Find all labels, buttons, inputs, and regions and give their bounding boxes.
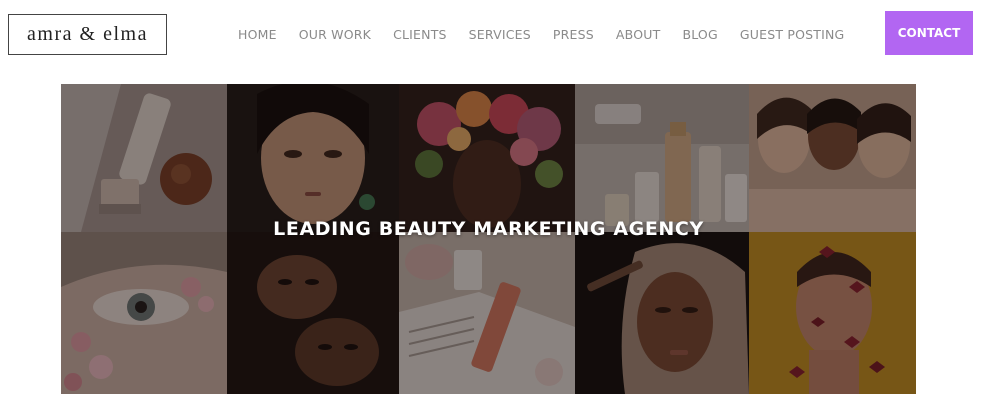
nav-guest-posting[interactable]: GUEST POSTING <box>740 27 845 42</box>
site-logo[interactable]: amra & elma <box>8 14 167 55</box>
contact-button[interactable]: CONTACT <box>885 11 973 55</box>
nav-our-work[interactable]: OUR WORK <box>299 27 371 42</box>
nav-clients[interactable]: CLIENTS <box>393 27 447 42</box>
hero-title: LEADING BEAUTY MARKETING AGENCY <box>273 218 704 240</box>
nav-about[interactable]: ABOUT <box>616 27 661 42</box>
main-nav: HOME OUR WORK CLIENTS SERVICES PRESS ABO… <box>238 24 844 44</box>
nav-home[interactable]: HOME <box>238 27 277 42</box>
hero-banner: LEADING BEAUTY MARKETING AGENCY <box>61 84 916 394</box>
nav-services[interactable]: SERVICES <box>469 27 531 42</box>
nav-press[interactable]: PRESS <box>553 27 594 42</box>
nav-blog[interactable]: BLOG <box>682 27 717 42</box>
